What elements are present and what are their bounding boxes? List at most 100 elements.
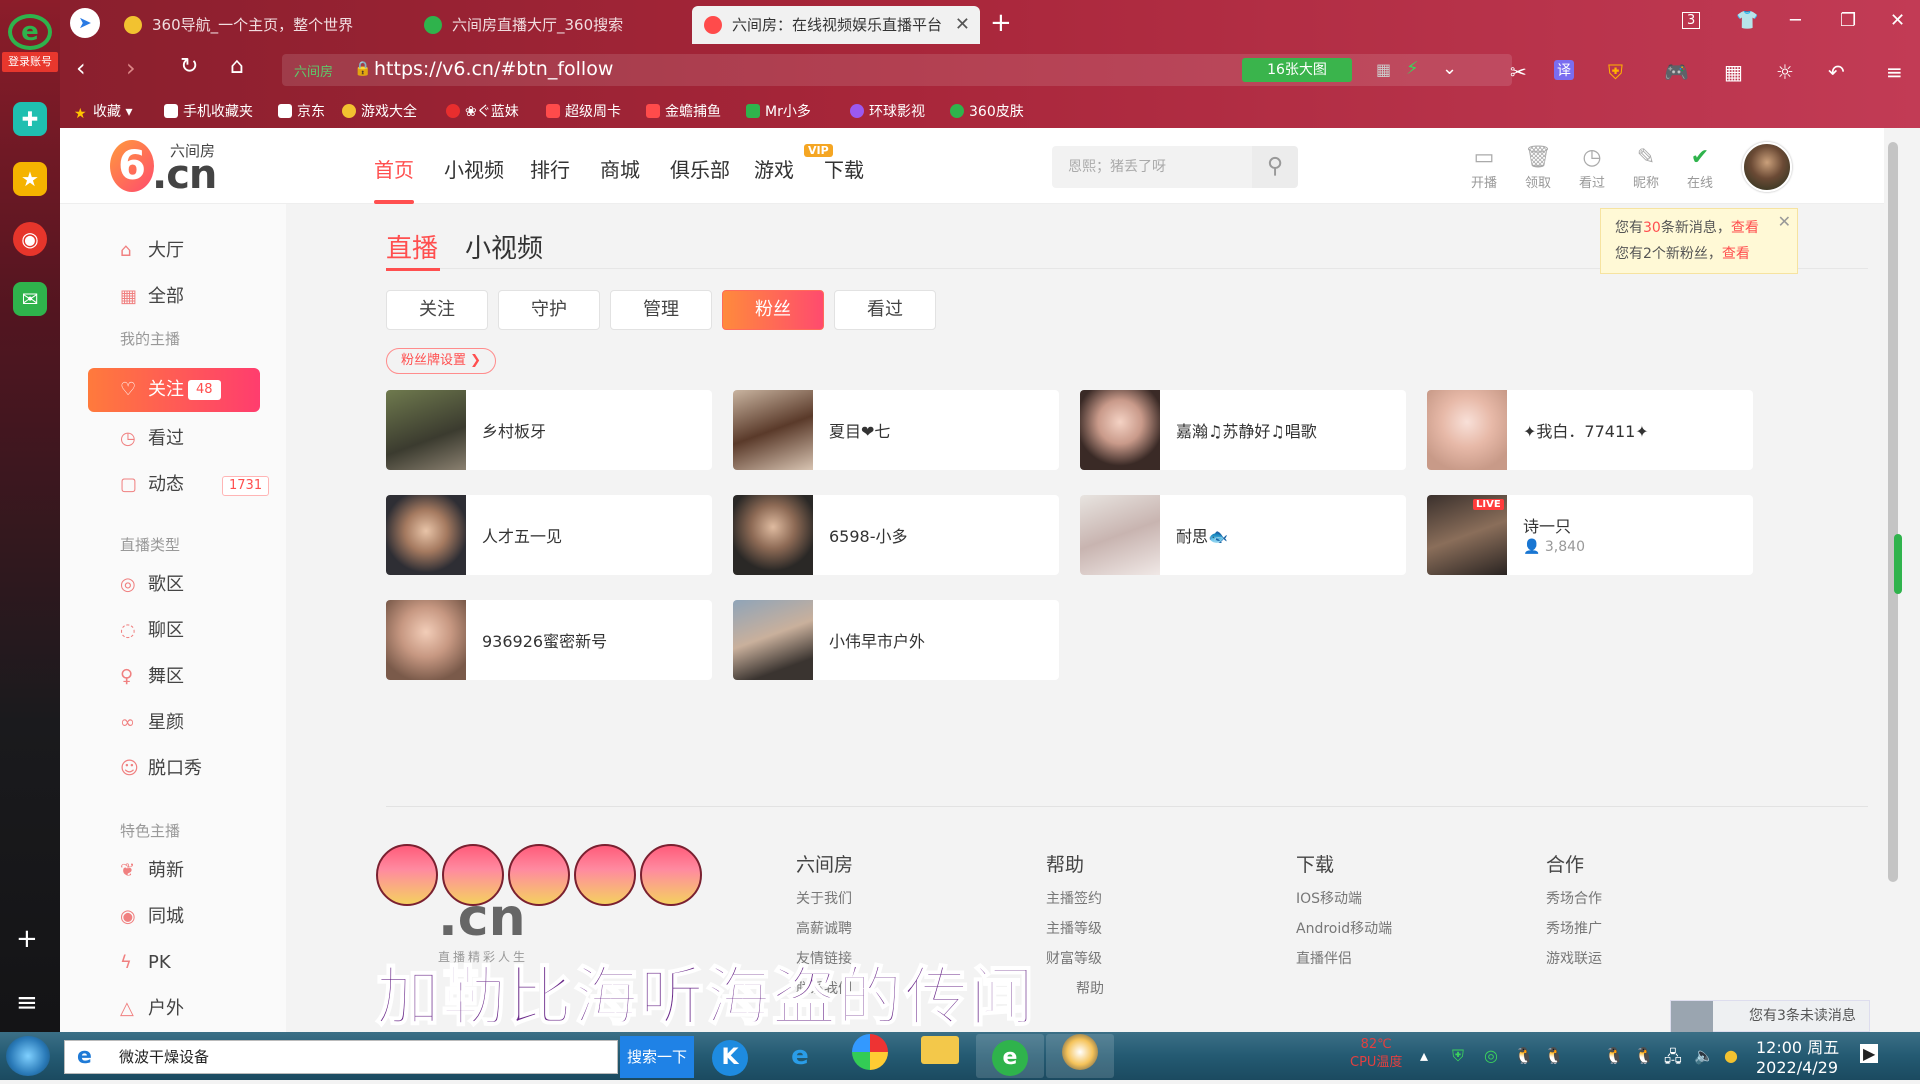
nickname-button[interactable]: ✎ 昵称 [1626,144,1666,191]
maximize-icon[interactable]: ❐ [1840,10,1856,31]
weibo-icon[interactable]: ◉ [13,222,47,256]
bookmark-item[interactable]: 游戏大全 [342,101,417,121]
user-avatar[interactable] [1742,142,1792,192]
filter-guard[interactable]: 守护 [498,290,600,330]
color-app-icon[interactable] [836,1034,904,1078]
filter-fans[interactable]: 粉丝 [722,290,824,330]
nav-rank[interactable]: 排行 [530,154,570,183]
sidebar-item-dance[interactable]: ♀ 舞区 [120,658,290,696]
mail-icon[interactable]: ✉ [13,282,47,316]
folder-icon[interactable] [906,1034,974,1078]
forward-icon[interactable]: › [126,54,136,82]
grid-icon[interactable]: ▦ [1724,60,1743,84]
360-browser-logo[interactable]: e [8,14,52,50]
app-tray-icon[interactable]: ● [1724,1046,1738,1065]
chevron-down-icon[interactable]: ⌄ [1442,58,1457,79]
taskbar-search-input[interactable]: e 微波干燥设备 [64,1040,618,1074]
anchor-card[interactable]: ✦我白．77411✦ [1427,390,1753,470]
add-icon[interactable]: + [16,926,38,952]
minimize-icon[interactable]: ─ [1790,10,1801,31]
tab-short-video[interactable]: 小视频 [465,228,543,265]
filter-watched[interactable]: 看过 [834,290,936,330]
reload-icon[interactable]: ↻ [180,54,198,79]
nav-home[interactable]: 首页 [374,154,414,183]
view-messages-link[interactable]: 查看 [1731,220,1759,236]
anchor-card[interactable]: 人才五一见 [386,495,712,575]
footer-link[interactable]: 主播签约 [1046,888,1102,908]
history-button[interactable]: ◷ 看过 [1572,144,1612,191]
sidebar-item-hall[interactable]: ⌂ 大厅 [120,232,290,270]
claim-button[interactable]: 🗑 领取 [1518,144,1558,191]
bookmark-item[interactable]: 360皮肤 [950,101,1024,121]
network-icon[interactable]: 🖧 [1664,1046,1682,1073]
translate-icon[interactable]: 译 [1554,60,1574,80]
gamepad-icon[interactable]: 🎮 [1664,60,1689,84]
sidebar-item-beauty[interactable]: ∞ 星颜 [120,704,290,742]
bookmark-item[interactable]: 金蟾捕鱼 [646,101,721,121]
footer-link[interactable]: 帮助 [1076,978,1104,998]
fan-badge-settings-link[interactable]: 粉丝牌设置 ❯ [386,348,497,374]
footer-link[interactable]: 秀场推广 [1546,918,1602,938]
new-tab-button[interactable]: + [990,8,1012,38]
url-text[interactable]: https://v6.cn/#btn_follow [374,58,613,80]
k-app-icon[interactable]: K [696,1034,764,1078]
view-fans-link[interactable]: 查看 [1722,246,1750,262]
filter-follow[interactable]: 关注 [386,290,488,330]
shield-tray-icon[interactable]: ⛨ [1452,1046,1464,1066]
ie-icon[interactable]: e [766,1034,834,1078]
anchor-card[interactable]: 小伟早市户外 [733,600,1059,680]
footer-link[interactable]: 主播等级 [1046,918,1102,938]
unread-messages-toast[interactable]: 您有3条未读消息 [1670,1000,1870,1032]
qr-icon[interactable]: ▦ [1376,60,1391,79]
sidebar-item-pk[interactable]: ϟ PK [120,944,290,982]
footer-link[interactable]: Android移动端 [1296,918,1392,938]
taskbar-search-button[interactable]: 搜索一下 [620,1036,694,1078]
qq-tray-icon-4[interactable]: 🐧 [1634,1046,1654,1065]
footer-link[interactable]: 关于我们 [796,888,852,908]
footer-link[interactable]: 财富等级 [1046,948,1102,968]
sidebar-item-new[interactable]: ❦ 萌新 [120,852,290,890]
tab-360-nav[interactable]: 360导航_一个主页，整个世界 [112,6,452,44]
qq-tray-icon-2[interactable]: 🐧 [1544,1046,1564,1065]
anchor-card[interactable]: 夏目❤七 [733,390,1059,470]
close-tab-icon[interactable]: ✕ [955,6,970,44]
qq-tray-icon-3[interactable]: 🐧 [1604,1046,1624,1065]
sidebar-item-chat[interactable]: ◌ 聊区 [120,612,290,650]
sidebar-item-all[interactable]: ▦ 全部 [120,278,290,316]
page-scrollbar[interactable] [1884,128,1902,1032]
anchor-card[interactable]: 6598-小多 [733,495,1059,575]
bookmark-item[interactable]: ❀ぐ蓝妹 [446,101,519,121]
nav-club[interactable]: 俱乐部 [670,154,730,183]
nav-short-video[interactable]: 小视频 [444,154,504,183]
undo-icon[interactable]: ↶ [1828,60,1845,84]
flash-icon[interactable]: ⚡ [1406,58,1419,79]
plus-icon[interactable]: ✚ [13,102,47,136]
footer-link[interactable]: 秀场合作 [1546,888,1602,908]
big-image-pill[interactable]: 16张大图 [1242,58,1352,82]
scissors-icon[interactable]: ✂ [1510,60,1527,84]
360-tray-icon[interactable]: ◎ [1484,1046,1498,1065]
start-button[interactable] [6,1036,50,1076]
online-status-button[interactable]: ✔ 在线 [1680,144,1720,191]
footer-link[interactable]: IOS移动端 [1296,888,1362,908]
volume-icon[interactable]: 🔈 [1694,1046,1714,1065]
nav-mall[interactable]: 商城 [600,154,640,183]
sidebar-item-local[interactable]: ◉ 同城 [120,898,290,936]
bookmark-item[interactable]: 手机收藏夹 [164,101,253,121]
anchor-card[interactable]: 936926蜜密新号 [386,600,712,680]
notification-center-icon[interactable]: ▶ [1860,1044,1879,1063]
anchor-card[interactable]: 乡村板牙 [386,390,712,470]
sidebar-item-feed[interactable]: ▢ 动态 1731 [120,466,290,504]
home-icon[interactable]: ⌂ [230,54,244,79]
sidebar-item-talk[interactable]: ☺ 脱口秀 [120,750,290,788]
shirt-icon[interactable]: 👕 [1736,10,1758,31]
close-window-icon[interactable]: ✕ [1890,10,1905,31]
login-account-button[interactable]: 登录账号 [2,52,58,72]
sidebar-item-follow[interactable]: ♡ 关注 48 [88,368,260,412]
search-input[interactable]: 恩熙；猪丢了呀 [1052,146,1252,188]
bookmark-item[interactable]: 环球影视 [850,101,925,121]
app-thumbnail-icon[interactable] [1046,1034,1114,1078]
filter-manage[interactable]: 管理 [610,290,712,330]
qq-tray-icon[interactable]: 🐧 [1514,1046,1534,1065]
anchor-card[interactable]: LIVE 诗一只 👤 3,840 [1427,495,1753,575]
